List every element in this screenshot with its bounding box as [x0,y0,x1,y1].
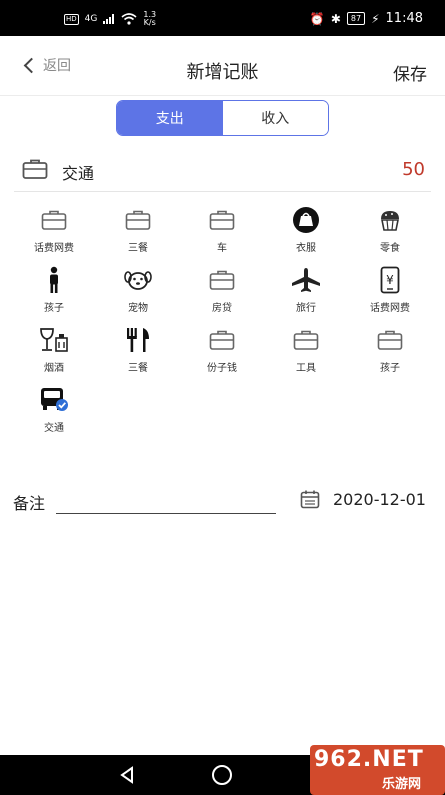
category-label: 烟酒 [44,363,64,374]
category-label: 三餐 [128,243,148,254]
bag-icon [293,207,319,233]
category-item[interactable]: 衣服 [264,200,348,260]
category-item[interactable]: 零食 [348,200,432,260]
selected-category-name: 交通 [62,164,95,183]
category-label: 交通 [44,423,64,434]
briefcase-icon [377,330,403,350]
signal-bars-icon [103,14,115,24]
nav-home-icon[interactable] [212,765,232,785]
briefcase-icon [293,330,319,350]
category-item[interactable]: 工具 [264,320,348,380]
category-item-selected[interactable]: 交通 [12,380,96,440]
category-label: 衣服 [296,243,316,254]
svg-text:¥: ¥ [386,273,394,287]
category-label: 旅行 [296,303,316,314]
category-label: 三餐 [128,363,148,374]
airplane-icon [292,268,320,292]
category-label: 宠物 [128,303,148,314]
hd-badge: HD [64,13,79,25]
status-bar: HD 4G 1.3 K/s ⏰ ✱ 87 ⚡ 11:48 [0,0,445,36]
category-item[interactable]: 烟酒 [12,320,96,380]
note-input[interactable] [56,484,276,514]
briefcase-icon [209,330,235,350]
child-icon [50,266,58,293]
category-label: 份子钱 [207,363,237,374]
signal-label: 4G [84,14,98,24]
bluetooth-icon: ✱ [330,11,341,26]
app-header: 返回 新增记账 保存 [0,36,445,96]
date-value[interactable]: 2020-12-01 [333,490,426,509]
watermark-logo: 962.NET 乐游网 [310,745,445,795]
calendar-icon[interactable] [300,489,320,509]
note-row: 备注 2020-12-01 [0,480,445,520]
wine-icon [40,328,68,352]
category-item[interactable]: 话费网费 [12,200,96,260]
battery-level: 87 [346,12,366,25]
network-speed: 1.3 K/s [143,11,156,27]
tab-income[interactable]: 收入 [222,101,328,135]
category-item[interactable]: 孩子 [348,320,432,380]
alarm-icon: ⏰ [309,11,325,26]
wifi-icon [121,13,137,25]
category-label: 车 [217,243,227,254]
nav-back-icon[interactable] [118,766,136,784]
status-right: ⏰ ✱ 87 ⚡ 11:48 [310,11,423,26]
type-toggle: 支出 收入 [116,100,329,136]
category-item[interactable]: ¥ 话费网费 [348,260,432,320]
selected-category-row: 交通 50 [14,150,431,192]
speed-unit: K/s [143,18,156,27]
category-label: 话费网费 [34,243,74,254]
briefcase-icon [41,210,67,230]
category-item[interactable]: 房贷 [180,260,264,320]
pet-icon [124,271,152,290]
note-label: 备注 [13,494,46,513]
fork-knife-icon [127,328,149,352]
category-item[interactable]: 三餐 [96,320,180,380]
category-label: 工具 [296,363,316,374]
clock-time: 11:48 [385,11,423,26]
briefcase-icon [22,159,48,179]
category-item[interactable]: 宠物 [96,260,180,320]
category-label: 房贷 [212,303,232,314]
page-title: 新增记账 [186,62,259,83]
category-item[interactable]: 车 [180,200,264,260]
tab-expense[interactable]: 支出 [117,101,223,135]
category-item[interactable]: 旅行 [264,260,348,320]
category-item[interactable]: 份子钱 [180,320,264,380]
save-button[interactable]: 保存 [393,60,427,85]
charging-icon: ⚡ [371,11,380,26]
watermark-top: 962.NET [314,747,424,772]
bus-icon [41,388,68,411]
category-label: 话费网费 [370,303,410,314]
briefcase-icon [209,270,235,290]
status-left: HD 4G 1.3 K/s [64,11,156,27]
category-label: 孩子 [44,303,64,314]
category-item[interactable]: 孩子 [12,260,96,320]
briefcase-icon [209,210,235,230]
briefcase-icon [125,210,151,230]
amount-value[interactable]: 50 [402,159,425,180]
phone-yuan-icon: ¥ [380,266,400,294]
category-item[interactable]: 三餐 [96,200,180,260]
category-label: 零食 [380,243,400,254]
category-label: 孩子 [380,363,400,374]
watermark-bottom: 乐游网 [382,777,422,792]
cupcake-icon [381,211,399,231]
